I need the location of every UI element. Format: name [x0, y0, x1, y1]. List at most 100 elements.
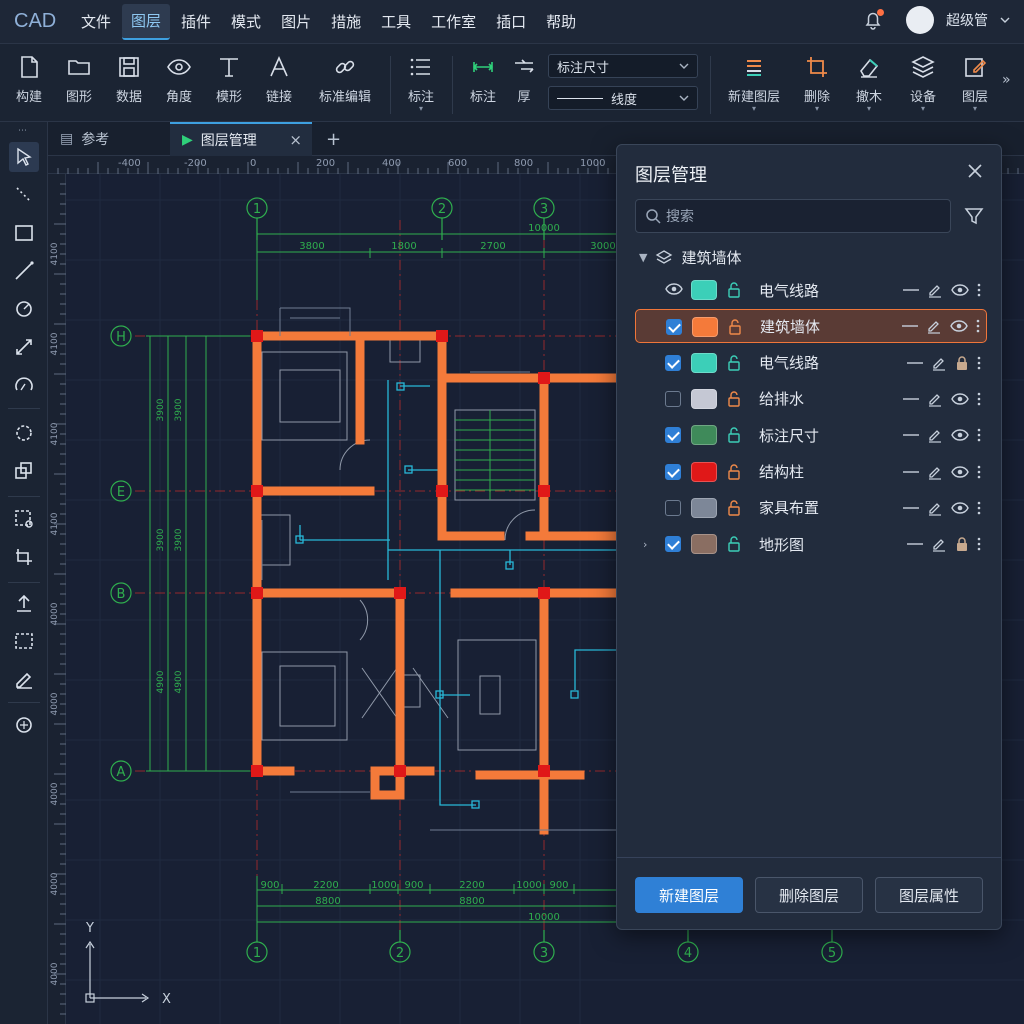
layer-row[interactable]: 标注尺寸: [635, 418, 987, 452]
lock-toggle[interactable]: [727, 390, 743, 408]
eye-icon[interactable]: [951, 428, 969, 442]
layer-row[interactable]: › 地形图: [635, 527, 987, 561]
menu-item[interactable]: 文件: [72, 4, 120, 40]
dimension-tool[interactable]: [9, 332, 39, 362]
layer-row[interactable]: 给排水: [635, 382, 987, 416]
eye-icon[interactable]: [950, 319, 968, 333]
visibility-toggle[interactable]: [665, 282, 683, 300]
add-tab-button[interactable]: +: [314, 122, 350, 156]
menu-item[interactable]: 插口: [487, 4, 535, 40]
pencil-icon[interactable]: [927, 500, 943, 516]
layer-color-swatch[interactable]: [691, 425, 717, 446]
delete-button[interactable]: 删除 ▾: [790, 54, 844, 113]
standard-edit-button[interactable]: 标准编辑: [316, 54, 374, 105]
more-icon[interactable]: [977, 392, 981, 406]
new-layer-button[interactable]: 新建图层: [635, 877, 743, 913]
lock-toggle[interactable]: [727, 499, 743, 517]
layer-ribbon-button[interactable]: 图层 ▾: [948, 54, 1002, 113]
eye-icon[interactable]: [951, 501, 969, 515]
layer-row[interactable]: 电气线路: [635, 273, 987, 307]
avatar[interactable]: [906, 6, 934, 34]
chevron-down-icon[interactable]: [1000, 15, 1010, 25]
rectangle-tool[interactable]: [9, 218, 39, 248]
sketch-tool[interactable]: [9, 664, 39, 694]
ribbon-overflow-icon[interactable]: »: [1002, 72, 1011, 88]
block-tool[interactable]: [9, 504, 39, 534]
notification-icon[interactable]: [862, 9, 884, 31]
eye-icon[interactable]: [951, 392, 969, 406]
eye-icon[interactable]: [665, 282, 683, 296]
shape-button[interactable]: 图形: [52, 54, 106, 105]
layer-color-swatch[interactable]: [691, 461, 717, 482]
lock-toggle[interactable]: [727, 535, 743, 553]
layer-checkbox[interactable]: [665, 499, 681, 516]
layer-checkbox[interactable]: [665, 354, 681, 371]
menu-item[interactable]: 图层: [122, 3, 171, 40]
copy-tool[interactable]: [9, 456, 39, 486]
pencil-icon[interactable]: [926, 318, 942, 334]
erase-button[interactable]: 撤木 ▾: [842, 54, 896, 113]
layer-row[interactable]: 建筑墙体: [635, 309, 987, 344]
layer-color-swatch[interactable]: [691, 497, 717, 518]
data-button[interactable]: 数据: [102, 54, 156, 105]
close-icon[interactable]: [965, 161, 985, 181]
text-button[interactable]: 模形: [202, 54, 256, 105]
layer-checkbox[interactable]: [665, 390, 681, 407]
circle-tool[interactable]: [9, 294, 39, 324]
pencil-icon[interactable]: [927, 391, 943, 407]
select-tool[interactable]: [9, 142, 39, 172]
polyline-tool[interactable]: [9, 256, 39, 286]
layer-checkbox[interactable]: [666, 319, 682, 336]
eye-icon[interactable]: [951, 465, 969, 479]
filter-icon[interactable]: [963, 205, 985, 227]
chevron-right-icon[interactable]: ›: [643, 538, 647, 551]
lock-toggle[interactable]: [727, 281, 743, 299]
more-icon[interactable]: [977, 428, 981, 442]
menu-item[interactable]: 工作室: [422, 4, 485, 40]
dim-style-select[interactable]: 标注尺寸: [548, 54, 698, 78]
layer-row[interactable]: 结构柱: [635, 455, 987, 489]
menu-item[interactable]: 帮助: [537, 4, 585, 40]
trim-tool[interactable]: [9, 542, 39, 572]
layer-search-input[interactable]: 搜索: [635, 199, 951, 233]
layer-properties-button[interactable]: 图层属性: [875, 877, 983, 913]
menu-item[interactable]: 模式: [222, 4, 270, 40]
lock-icon[interactable]: [955, 355, 969, 371]
layer-checkbox[interactable]: [665, 427, 681, 444]
pencil-icon[interactable]: [927, 427, 943, 443]
more-icon[interactable]: [977, 465, 981, 479]
layer-color-swatch[interactable]: [691, 352, 717, 373]
move-tool[interactable]: [9, 588, 39, 618]
pencil-icon[interactable]: [931, 536, 947, 552]
layer-row[interactable]: 电气线路: [635, 346, 987, 380]
tab-layer-manager[interactable]: ▶ 图层管理 ×: [170, 122, 312, 156]
pencil-icon[interactable]: [927, 282, 943, 298]
measure-tool[interactable]: [9, 710, 39, 740]
settings-button[interactable]: 设备 ▾: [896, 54, 950, 113]
new-layer-ribbon-button[interactable]: 新建图层 ▾: [722, 54, 786, 113]
layer-color-swatch[interactable]: [691, 388, 717, 409]
rotate-tool[interactable]: [9, 418, 39, 448]
delete-layer-button[interactable]: 删除图层: [755, 877, 863, 913]
more-icon[interactable]: [977, 356, 981, 370]
annotate-button[interactable]: 标注 ▾: [394, 54, 448, 113]
more-icon[interactable]: [977, 283, 981, 297]
link-button[interactable]: 链接: [252, 54, 306, 105]
lock-toggle[interactable]: [727, 354, 743, 372]
layer-color-swatch[interactable]: [692, 317, 718, 338]
build-button[interactable]: 构建: [2, 54, 56, 105]
close-tab-icon[interactable]: ×: [289, 131, 302, 149]
thickness-button[interactable]: 厚: [502, 54, 546, 105]
layer-checkbox[interactable]: [665, 536, 681, 553]
layer-checkbox[interactable]: [665, 463, 681, 480]
layer-row[interactable]: 家具布置: [635, 491, 987, 525]
line-tool[interactable]: [9, 180, 39, 210]
tab-reference[interactable]: ▤ 参考: [48, 122, 170, 156]
menu-item[interactable]: 工具: [372, 4, 420, 40]
layer-group-header[interactable]: ▼ 建筑墙体: [639, 247, 741, 268]
menu-item[interactable]: 插件: [172, 4, 220, 40]
eye-icon[interactable]: [951, 283, 969, 297]
pencil-icon[interactable]: [927, 464, 943, 480]
menu-item[interactable]: 措施: [322, 4, 370, 40]
arc-tool[interactable]: [9, 370, 39, 400]
